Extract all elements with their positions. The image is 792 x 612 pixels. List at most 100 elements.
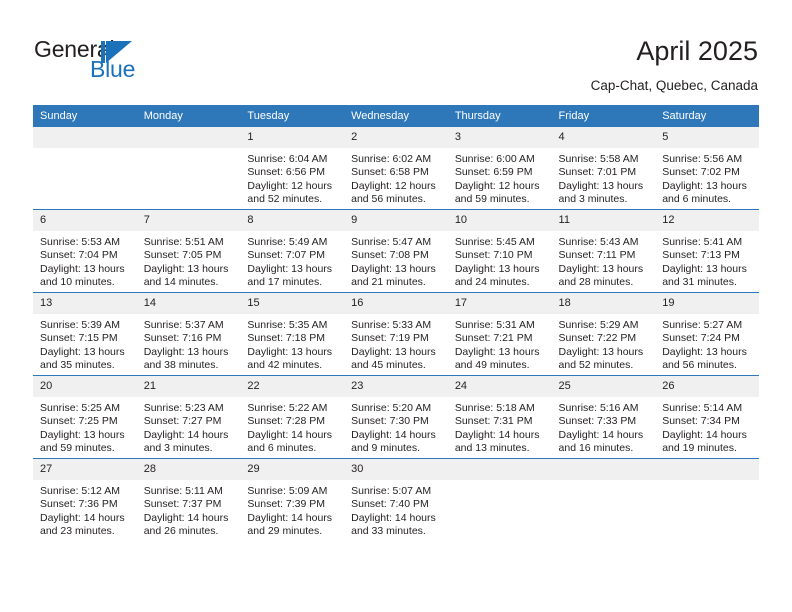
day-number: 18 [551, 293, 656, 314]
calendar-day-cell[interactable]: 20 Sunrise: 5:25 AM Sunset: 7:25 PM Dayl… [33, 375, 137, 459]
calendar-day-cell[interactable]: 4 Sunrise: 5:58 AM Sunset: 7:01 PM Dayli… [551, 126, 656, 210]
sunset-text: Sunset: 7:36 PM [40, 498, 118, 511]
calendar-day-cell[interactable]: 19 Sunrise: 5:27 AM Sunset: 7:24 PM Dayl… [655, 292, 759, 376]
sunrise-text: Sunrise: 5:56 AM [662, 153, 743, 165]
calendar-day-cell[interactable]: 18 Sunrise: 5:29 AM Sunset: 7:22 PM Dayl… [551, 292, 656, 376]
daylight-text-line2: and 19 minutes. [662, 442, 737, 455]
sunset-text: Sunset: 7:05 PM [143, 249, 222, 262]
sunset-text: Sunset: 7:33 PM [558, 415, 637, 428]
calendar-day-cell[interactable]: 28 Sunrise: 5:11 AM Sunset: 7:37 PM Dayl… [136, 458, 241, 541]
calendar-day-cell[interactable]: 15 Sunrise: 5:35 AM Sunset: 7:18 PM Dayl… [240, 292, 345, 376]
day-number: 30 [344, 459, 448, 480]
daylight-text-line2: and 59 minutes. [40, 442, 115, 455]
sunrise-text: Sunrise: 5:12 AM [40, 485, 120, 497]
daylight-text-line2: and 23 minutes. [40, 525, 115, 538]
calendar-day-cell[interactable]: 1 Sunrise: 6:04 AM Sunset: 6:56 PM Dayli… [240, 126, 345, 210]
calendar-day-cell[interactable]: 26 Sunrise: 5:14 AM Sunset: 7:34 PM Dayl… [655, 375, 759, 459]
day-number: 2 [344, 127, 448, 148]
day-info: Sunrise: 5:53 AM Sunset: 7:04 PM Dayligh… [33, 231, 137, 290]
calendar-day-cell[interactable]: 21 Sunrise: 5:23 AM Sunset: 7:27 PM Dayl… [136, 375, 241, 459]
calendar-day-cell [447, 458, 552, 541]
day-number: 20 [33, 376, 137, 397]
calendar-day-cell[interactable]: 17 Sunrise: 5:31 AM Sunset: 7:21 PM Dayl… [447, 292, 552, 376]
weekday-header-wednesday: Wednesday [344, 105, 448, 127]
daylight-text-line2: and 42 minutes. [247, 359, 323, 372]
calendar-day-cell[interactable]: 6 Sunrise: 5:53 AM Sunset: 7:04 PM Dayli… [33, 209, 137, 293]
sunset-text: Sunset: 7:16 PM [143, 332, 222, 345]
sunrise-text: Sunrise: 6:04 AM [247, 153, 328, 165]
daylight-text-line1: Daylight: 12 hours [454, 179, 540, 192]
calendar-day-cell[interactable]: 25 Sunrise: 5:16 AM Sunset: 7:33 PM Dayl… [551, 375, 656, 459]
daylight-text-line1: Daylight: 13 hours [662, 179, 747, 192]
day-number: 5 [655, 127, 759, 148]
day-info: Sunrise: 5:09 AM Sunset: 7:39 PM Dayligh… [240, 480, 344, 539]
day-info: Sunrise: 5:29 AM Sunset: 7:22 PM Dayligh… [552, 314, 656, 373]
day-number: 24 [447, 376, 552, 397]
sunrise-text: Sunrise: 6:02 AM [351, 153, 432, 165]
sunrise-text: Sunrise: 5:43 AM [558, 236, 639, 248]
daylight-text-line2: and 14 minutes. [143, 276, 219, 289]
weekday-header-tuesday: Tuesday [240, 105, 345, 127]
calendar-day-cell[interactable]: 22 Sunrise: 5:22 AM Sunset: 7:28 PM Dayl… [240, 375, 345, 459]
sunrise-text: Sunrise: 5:31 AM [454, 319, 535, 331]
calendar-day-cell[interactable]: 14 Sunrise: 5:37 AM Sunset: 7:16 PM Dayl… [136, 292, 241, 376]
daylight-text-line2: and 49 minutes. [454, 359, 530, 372]
daylight-text-line1: Daylight: 13 hours [454, 345, 540, 358]
calendar-day-cell[interactable]: 5 Sunrise: 5:56 AM Sunset: 7:02 PM Dayli… [655, 126, 759, 210]
sunrise-text: Sunrise: 5:27 AM [662, 319, 743, 331]
calendar-day-cell[interactable]: 9 Sunrise: 5:47 AM Sunset: 7:08 PM Dayli… [344, 209, 448, 293]
day-number [33, 127, 137, 148]
day-info: Sunrise: 5:39 AM Sunset: 7:15 PM Dayligh… [33, 314, 137, 373]
calendar-day-cell[interactable]: 3 Sunrise: 6:00 AM Sunset: 6:59 PM Dayli… [447, 126, 552, 210]
day-number: 26 [655, 376, 759, 397]
sunrise-text: Sunrise: 5:29 AM [558, 319, 639, 331]
day-info: Sunrise: 5:14 AM Sunset: 7:34 PM Dayligh… [655, 397, 759, 456]
sunset-text: Sunset: 7:21 PM [454, 332, 533, 345]
calendar-day-cell[interactable]: 8 Sunrise: 5:49 AM Sunset: 7:07 PM Dayli… [240, 209, 345, 293]
sunset-text: Sunset: 7:34 PM [662, 415, 740, 428]
page-subtitle-location: Cap-Chat, Quebec, Canada [590, 78, 758, 93]
daylight-text-line1: Daylight: 13 hours [454, 262, 540, 275]
day-info: Sunrise: 6:04 AM Sunset: 6:56 PM Dayligh… [240, 148, 344, 207]
sunrise-text: Sunrise: 5:22 AM [247, 402, 328, 414]
day-number: 15 [240, 293, 345, 314]
calendar-day-cell [33, 126, 137, 210]
sunset-text: Sunset: 7:31 PM [454, 415, 533, 428]
day-number: 9 [344, 210, 448, 231]
day-number [447, 459, 552, 480]
day-number: 6 [33, 210, 137, 231]
day-number: 29 [240, 459, 345, 480]
sunrise-text: Sunrise: 5:47 AM [351, 236, 432, 248]
general-blue-logo[interactable]: General Blue [34, 36, 234, 86]
day-info: Sunrise: 5:18 AM Sunset: 7:31 PM Dayligh… [448, 397, 552, 456]
sunrise-text: Sunrise: 5:39 AM [40, 319, 120, 331]
day-info: Sunrise: 6:00 AM Sunset: 6:59 PM Dayligh… [448, 148, 552, 207]
calendar-day-cell[interactable]: 7 Sunrise: 5:51 AM Sunset: 7:05 PM Dayli… [136, 209, 241, 293]
calendar-day-cell[interactable]: 13 Sunrise: 5:39 AM Sunset: 7:15 PM Dayl… [33, 292, 137, 376]
daylight-text-line2: and 6 minutes. [662, 193, 732, 206]
sunset-text: Sunset: 7:40 PM [351, 498, 429, 511]
calendar-day-cell[interactable]: 12 Sunrise: 5:41 AM Sunset: 7:13 PM Dayl… [655, 209, 759, 293]
calendar-day-cell[interactable]: 10 Sunrise: 5:45 AM Sunset: 7:10 PM Dayl… [447, 209, 552, 293]
day-number: 10 [447, 210, 552, 231]
daylight-text-line1: Daylight: 14 hours [558, 428, 644, 441]
sunset-text: Sunset: 7:39 PM [247, 498, 326, 511]
calendar-day-cell[interactable]: 11 Sunrise: 5:43 AM Sunset: 7:11 PM Dayl… [551, 209, 656, 293]
calendar-day-cell[interactable]: 16 Sunrise: 5:33 AM Sunset: 7:19 PM Dayl… [344, 292, 448, 376]
sunset-text: Sunset: 7:04 PM [40, 249, 118, 262]
daylight-text-line1: Daylight: 13 hours [558, 179, 644, 192]
sunrise-text: Sunrise: 6:00 AM [454, 153, 535, 165]
daylight-text-line2: and 56 minutes. [351, 193, 426, 206]
day-number: 22 [240, 376, 345, 397]
daylight-text-line2: and 38 minutes. [143, 359, 219, 372]
calendar-page: General Blue April 2025 Cap-Chat, Quebec… [0, 0, 792, 612]
calendar-week-row: 20 Sunrise: 5:25 AM Sunset: 7:25 PM Dayl… [33, 375, 759, 459]
daylight-text-line2: and 10 minutes. [40, 276, 115, 289]
calendar-day-cell[interactable]: 24 Sunrise: 5:18 AM Sunset: 7:31 PM Dayl… [447, 375, 552, 459]
calendar-day-cell[interactable]: 2 Sunrise: 6:02 AM Sunset: 6:58 PM Dayli… [344, 126, 448, 210]
calendar-day-cell[interactable]: 29 Sunrise: 5:09 AM Sunset: 7:39 PM Dayl… [240, 458, 345, 541]
calendar-day-cell[interactable]: 30 Sunrise: 5:07 AM Sunset: 7:40 PM Dayl… [344, 458, 448, 541]
calendar-day-cell[interactable]: 23 Sunrise: 5:20 AM Sunset: 7:30 PM Dayl… [344, 375, 448, 459]
day-info: Sunrise: 6:02 AM Sunset: 6:58 PM Dayligh… [344, 148, 448, 207]
calendar-day-cell[interactable]: 27 Sunrise: 5:12 AM Sunset: 7:36 PM Dayl… [33, 458, 137, 541]
